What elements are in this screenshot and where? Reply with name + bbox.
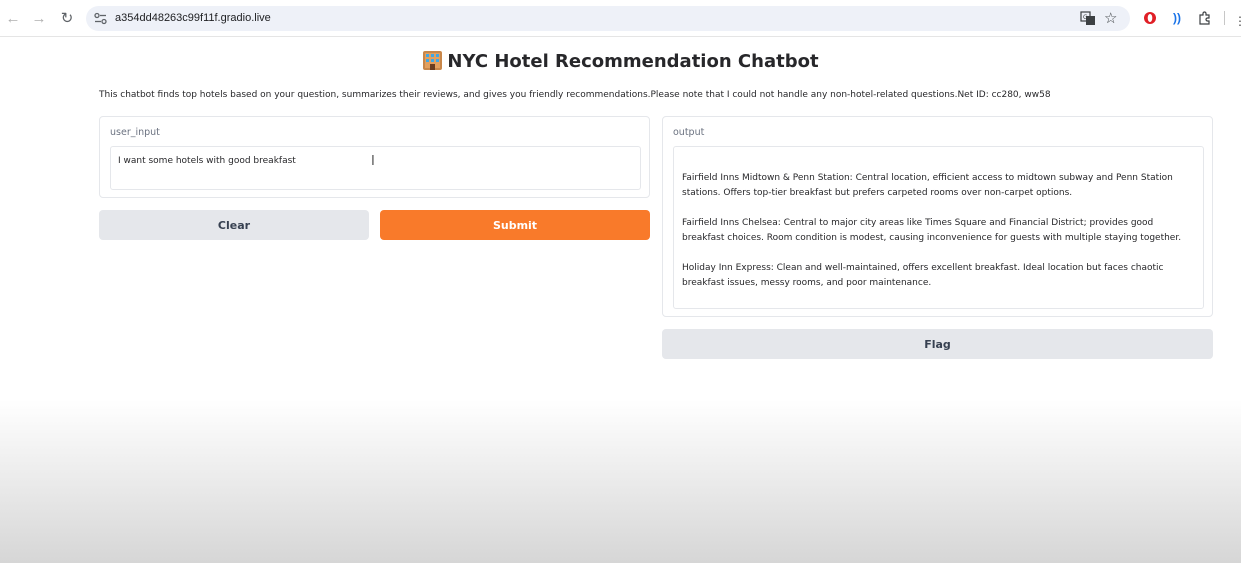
output-textbox[interactable]: Fairfield Inns Midtown & Penn Station: C… (673, 146, 1204, 309)
output-label: output (673, 127, 705, 138)
forward-arrow-icon[interactable]: → (30, 9, 48, 27)
user-input-label: user_input (110, 127, 160, 138)
url-text[interactable]: a354dd48263c99f11f.gradio.live (115, 12, 271, 24)
page-description: This chatbot finds top hotels based on y… (99, 90, 1051, 100)
text-cursor-icon: I (371, 154, 375, 169)
output-paragraph: Fairfield Inns Chelsea: Central to major… (682, 218, 1182, 243)
opera-extension-icon[interactable] (1142, 10, 1158, 26)
user-input-textbox[interactable]: I want some hotels with good breakfast I (110, 146, 641, 190)
submit-button[interactable]: Submit (380, 210, 650, 240)
user-input-panel: user_input I want some hotels with good … (99, 116, 650, 198)
hotel-icon (423, 51, 443, 70)
more-icon[interactable]: ⋮ (1234, 14, 1241, 28)
svg-text:G: G (1083, 14, 1088, 21)
browser-toolbar: ← → ↻ a354dd48263c99f11f.gradio.live G ☆… (0, 0, 1241, 37)
page-title-text: NYC Hotel Recommendation Chatbot (447, 51, 819, 72)
output-paragraph: Holiday Inn Express: Clean and well-main… (682, 263, 1164, 288)
flag-button[interactable]: Flag (662, 329, 1213, 359)
back-arrow-icon[interactable]: ← (4, 9, 22, 27)
clear-button[interactable]: Clear (99, 210, 369, 240)
translate-icon[interactable]: G (1080, 11, 1096, 26)
reload-icon[interactable]: ↻ (58, 9, 76, 27)
address-bar[interactable]: a354dd48263c99f11f.gradio.live G ☆ (86, 6, 1130, 31)
output-panel: output Fairfield Inns Midtown & Penn Sta… (662, 116, 1213, 317)
output-paragraph: Fairfield Inns Midtown & Penn Station: C… (682, 173, 1173, 198)
user-input-value[interactable]: I want some hotels with good breakfast (118, 156, 296, 166)
toolbar-divider (1224, 11, 1225, 25)
audio-wave-icon[interactable]: )) (1169, 10, 1185, 26)
site-info-icon[interactable] (94, 12, 107, 25)
extensions-puzzle-icon[interactable] (1197, 10, 1213, 26)
page-title: NYC Hotel Recommendation Chatbot (0, 50, 1241, 72)
bookmark-star-icon[interactable]: ☆ (1104, 9, 1117, 27)
